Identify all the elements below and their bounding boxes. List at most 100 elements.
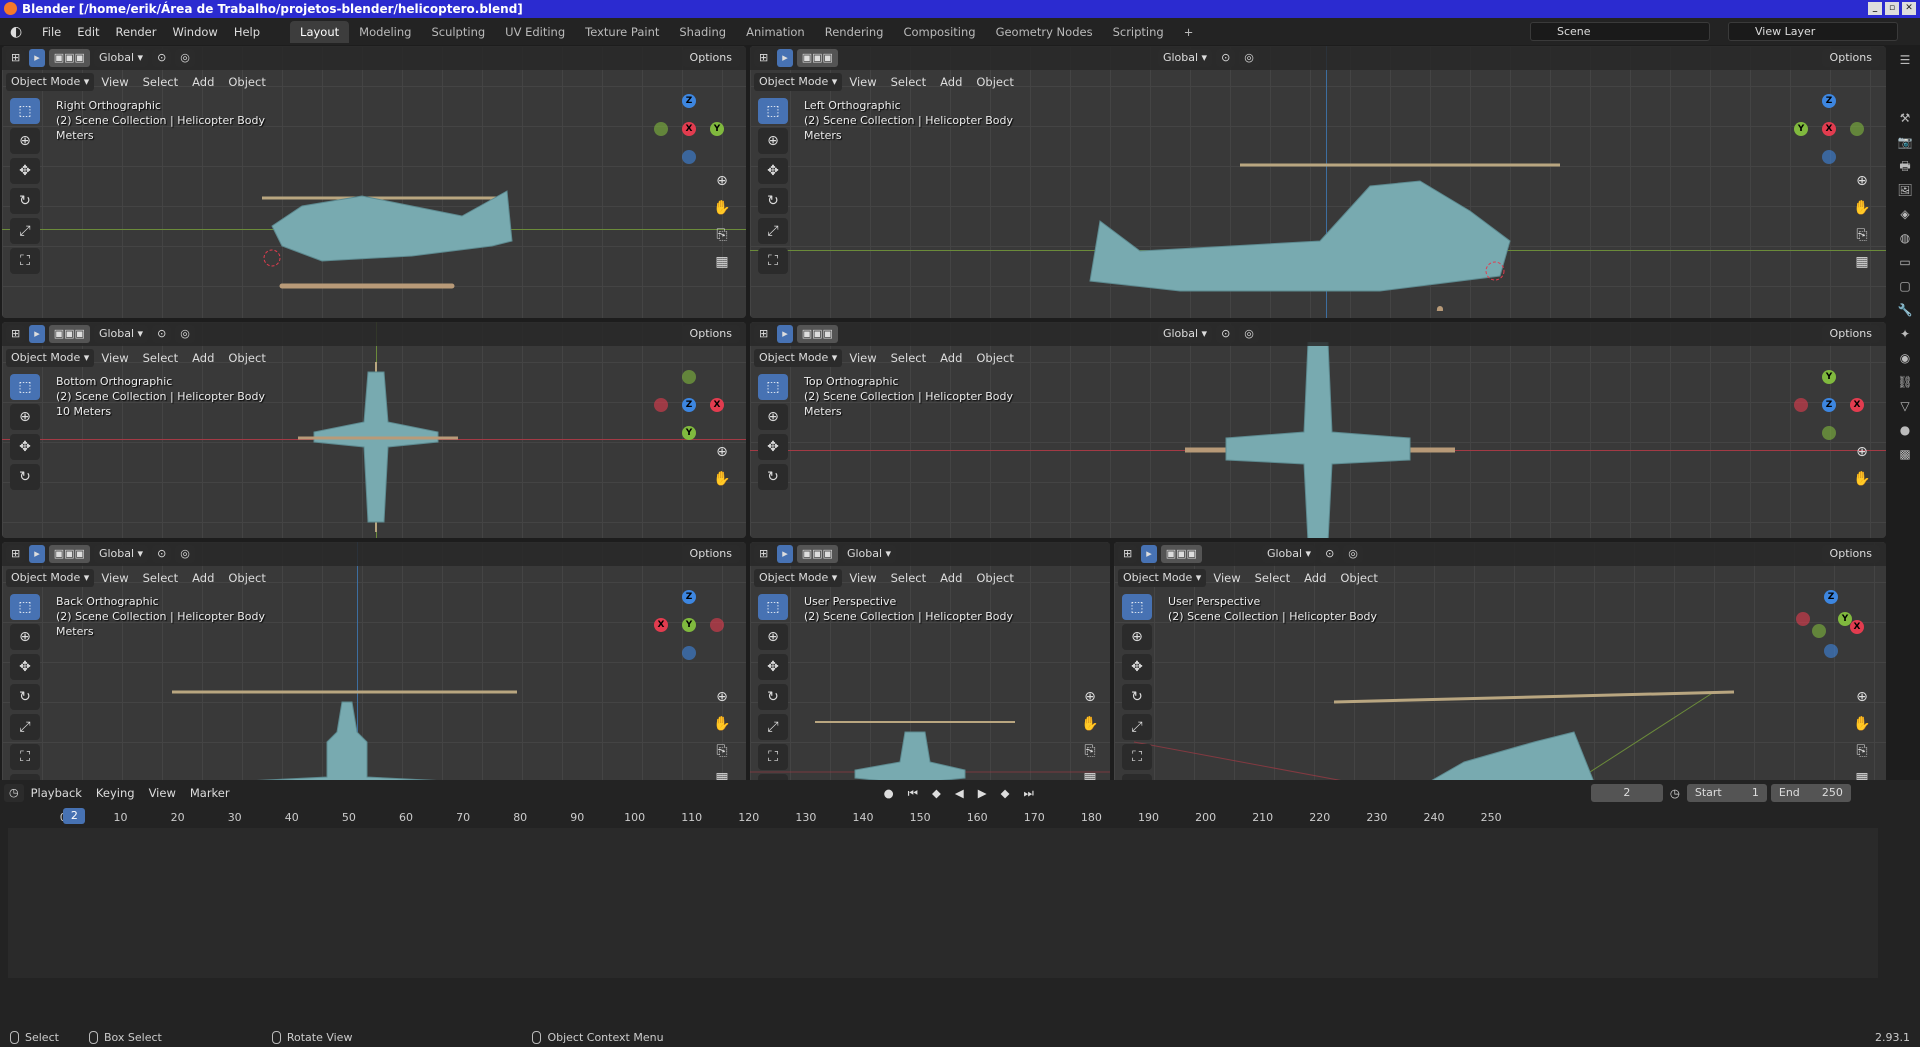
gizmo-z[interactable]: Z bbox=[682, 94, 696, 108]
tab-modeling[interactable]: Modeling bbox=[349, 21, 421, 43]
select-box-tool-icon[interactable]: ⬚ bbox=[758, 98, 788, 124]
camera-icon[interactable]: ⎘ bbox=[1852, 225, 1872, 245]
object-mode-dropdown[interactable]: Object Mode ▾ bbox=[1118, 569, 1207, 587]
move-tool-icon[interactable]: ✥ bbox=[10, 434, 40, 460]
object-mode-dropdown[interactable]: Object Mode ▾ bbox=[754, 349, 843, 367]
gizmo-neg-z[interactable] bbox=[1822, 150, 1836, 164]
data-properties-icon[interactable]: ▽ bbox=[1896, 397, 1914, 415]
gizmo-x[interactable]: X bbox=[1822, 122, 1836, 136]
selection-mode-icon[interactable]: ▣▣▣ bbox=[48, 49, 90, 67]
jump-end-icon[interactable]: ⏭ bbox=[1016, 786, 1040, 801]
navigation-gizmo[interactable]: Z Y X bbox=[1794, 94, 1864, 164]
tab-rendering[interactable]: Rendering bbox=[815, 21, 894, 43]
zoom-icon[interactable]: ⊕ bbox=[1852, 687, 1872, 707]
keying-menu[interactable]: Keying bbox=[89, 786, 142, 800]
view-menu[interactable]: View bbox=[1206, 571, 1247, 585]
transform-orientation[interactable]: Global ▾ bbox=[93, 325, 149, 343]
constraints-properties-icon[interactable]: ⛓ bbox=[1896, 373, 1914, 391]
object-menu[interactable]: Object bbox=[221, 351, 272, 365]
select-tool-icon[interactable]: ▸ bbox=[777, 49, 793, 67]
gizmo-neg-y[interactable] bbox=[1822, 426, 1836, 440]
editor-type-icon[interactable]: ⊞ bbox=[754, 325, 774, 343]
outliner-icon[interactable]: ☰ bbox=[1896, 51, 1914, 69]
menu-edit[interactable]: Edit bbox=[69, 25, 107, 39]
add-menu[interactable]: Add bbox=[933, 75, 969, 89]
viewport-right-ortho[interactable]: ⊞ ▸ ▣▣▣ Global ▾ ⊙ ◎ Options Object Mode… bbox=[2, 46, 746, 318]
editor-type-icon[interactable]: ⊞ bbox=[754, 545, 774, 563]
transform-orientation[interactable]: Global ▾ bbox=[1261, 545, 1317, 563]
menu-help[interactable]: Help bbox=[226, 25, 268, 39]
gizmo-neg-z[interactable] bbox=[682, 646, 696, 660]
select-tool-icon[interactable]: ▸ bbox=[1141, 545, 1157, 563]
tab-scripting[interactable]: Scripting bbox=[1103, 21, 1174, 43]
transform-tool-icon[interactable]: ⛶ bbox=[10, 248, 40, 274]
proportional-edit-icon[interactable]: ◎ bbox=[175, 545, 195, 563]
zoom-icon[interactable]: ⊕ bbox=[1852, 442, 1872, 462]
snap-icon[interactable]: ⊙ bbox=[1216, 325, 1236, 343]
add-menu[interactable]: Add bbox=[185, 75, 221, 89]
select-box-tool-icon[interactable]: ⬚ bbox=[1122, 594, 1152, 620]
cursor-tool-icon[interactable]: ⊕ bbox=[758, 624, 788, 650]
editor-type-icon[interactable]: ⊞ bbox=[1118, 545, 1138, 563]
timeline-view-menu[interactable]: View bbox=[142, 786, 183, 800]
select-box-tool-icon[interactable]: ⬚ bbox=[758, 594, 788, 620]
object-mode-dropdown[interactable]: Object Mode ▾ bbox=[6, 349, 95, 367]
gizmo-z[interactable]: Z bbox=[1822, 94, 1836, 108]
snap-icon[interactable]: ⊙ bbox=[152, 545, 172, 563]
options-button[interactable]: Options bbox=[1821, 49, 1880, 67]
cursor-tool-icon[interactable]: ⊕ bbox=[758, 128, 788, 154]
gizmo-x[interactable]: X bbox=[654, 618, 668, 632]
move-tool-icon[interactable]: ✥ bbox=[758, 434, 788, 460]
select-tool-icon[interactable]: ▸ bbox=[777, 325, 793, 343]
next-keyframe-icon[interactable]: ◆ bbox=[994, 786, 1017, 800]
selection-mode-icon[interactable]: ▣▣▣ bbox=[1160, 545, 1202, 563]
scale-tool-icon[interactable]: ⤢ bbox=[10, 218, 40, 244]
playhead-frame-indicator[interactable]: 2 bbox=[63, 808, 86, 824]
tab-geometry-nodes[interactable]: Geometry Nodes bbox=[986, 21, 1103, 43]
proportional-edit-icon[interactable]: ◎ bbox=[175, 325, 195, 343]
options-button[interactable]: Options bbox=[681, 325, 740, 343]
snap-icon[interactable]: ⊙ bbox=[1216, 49, 1236, 67]
select-tool-icon[interactable]: ▸ bbox=[777, 545, 793, 563]
options-button[interactable]: Options bbox=[1821, 545, 1880, 563]
helicopter-model[interactable] bbox=[298, 362, 458, 532]
object-menu[interactable]: Object bbox=[1333, 571, 1384, 585]
select-tool-icon[interactable]: ▸ bbox=[29, 49, 45, 67]
gizmo-x[interactable]: X bbox=[1850, 620, 1864, 634]
tab-shading[interactable]: Shading bbox=[669, 21, 736, 43]
zoom-icon[interactable]: ⊕ bbox=[712, 687, 732, 707]
scene-selector[interactable]: Scene bbox=[1530, 22, 1710, 41]
render-properties-icon[interactable]: 📷 bbox=[1896, 133, 1914, 151]
gizmo-neg-y[interactable] bbox=[682, 370, 696, 384]
gizmo-neg-x[interactable] bbox=[1796, 612, 1810, 626]
maximize-icon[interactable]: ▫ bbox=[1885, 2, 1899, 15]
tab-compositing[interactable]: Compositing bbox=[893, 21, 985, 43]
gizmo-neg-x[interactable] bbox=[1794, 398, 1808, 412]
pan-hand-icon[interactable]: ✋ bbox=[1852, 469, 1872, 489]
add-menu[interactable]: Add bbox=[933, 571, 969, 585]
move-tool-icon[interactable]: ✥ bbox=[10, 654, 40, 680]
tab-sculpting[interactable]: Sculpting bbox=[421, 21, 495, 43]
jump-start-icon[interactable]: ⏮ bbox=[901, 786, 925, 801]
zoom-icon[interactable]: ⊕ bbox=[1080, 687, 1100, 707]
select-tool-icon[interactable]: ▸ bbox=[29, 325, 45, 343]
transform-orientation[interactable]: Global ▾ bbox=[841, 545, 897, 563]
output-properties-icon[interactable]: 🖶 bbox=[1896, 157, 1914, 175]
view-layer-properties-icon[interactable]: 🖼 bbox=[1896, 181, 1914, 199]
gizmo-x[interactable]: X bbox=[1850, 398, 1864, 412]
object-mode-dropdown[interactable]: Object Mode ▾ bbox=[6, 73, 95, 91]
viewport-left-ortho[interactable]: ⊞ ▸ ▣▣▣ Global ▾ ⊙ ◎ Options Object Mode… bbox=[750, 46, 1886, 318]
tab-uv-editing[interactable]: UV Editing bbox=[495, 21, 575, 43]
tool-properties-icon[interactable]: ⚒ bbox=[1896, 109, 1914, 127]
tab-layout[interactable]: Layout bbox=[290, 20, 350, 43]
add-menu[interactable]: Add bbox=[1297, 571, 1333, 585]
play-icon[interactable]: ▶ bbox=[971, 786, 994, 800]
scale-tool-icon[interactable]: ⤢ bbox=[758, 218, 788, 244]
transform-tool-icon[interactable]: ⛶ bbox=[758, 248, 788, 274]
record-button[interactable]: ● bbox=[877, 786, 901, 800]
helicopter-model[interactable] bbox=[1180, 342, 1460, 538]
transform-orientation[interactable]: Global ▾ bbox=[93, 545, 149, 563]
navigation-gizmo[interactable]: Z X Y bbox=[654, 590, 724, 660]
camera-icon[interactable]: ⎘ bbox=[1080, 741, 1100, 761]
transform-orientation[interactable]: Global ▾ bbox=[1157, 325, 1213, 343]
